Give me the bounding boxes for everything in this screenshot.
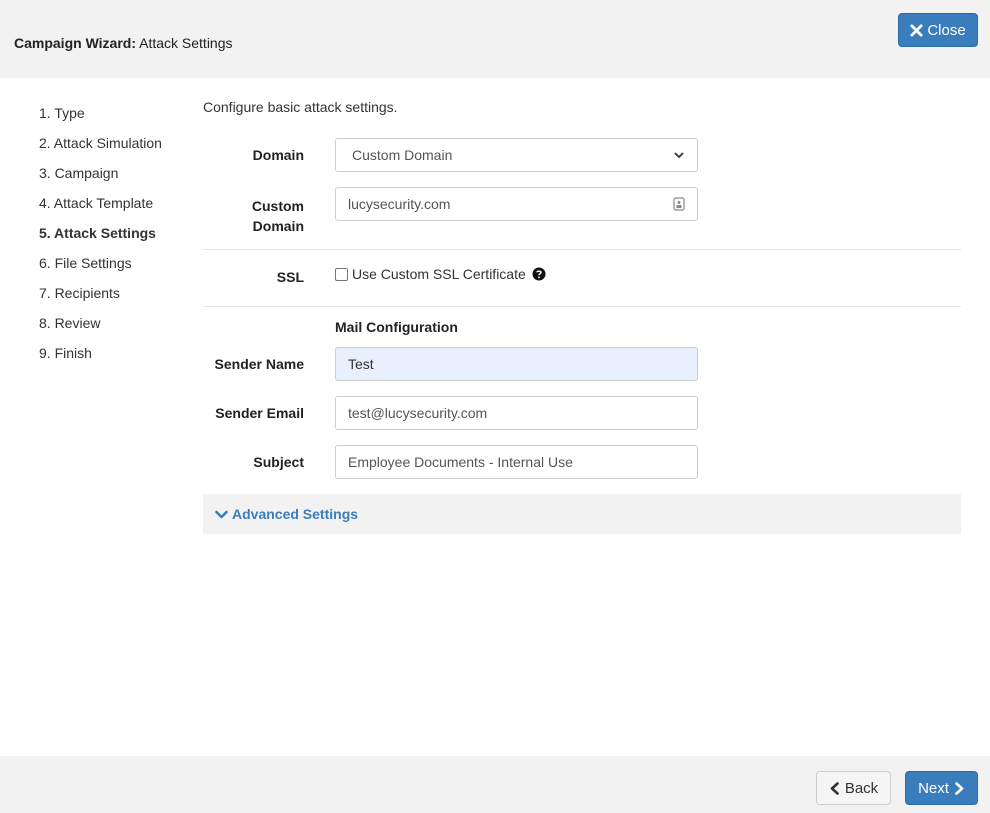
domain-select-value: Custom Domain bbox=[352, 147, 453, 163]
sender-email-label: Sender Email bbox=[215, 405, 304, 421]
ssl-checkbox-label[interactable]: Use Custom SSL Certificate bbox=[352, 266, 526, 282]
subject-label: Subject bbox=[253, 454, 304, 470]
advanced-settings-label: Advanced Settings bbox=[232, 506, 359, 522]
contact-card-icon bbox=[673, 197, 685, 211]
next-button-label: Next bbox=[918, 779, 949, 797]
form-intro: Configure basic attack settings. bbox=[203, 99, 398, 115]
custom-domain-label: Custom Domain bbox=[251, 198, 304, 234]
step-item: 4. Attack Template bbox=[39, 195, 154, 211]
step-item: 3. Campaign bbox=[39, 165, 119, 181]
step-item: 6. File Settings bbox=[39, 255, 132, 271]
step-item: 9. Finish bbox=[39, 345, 92, 361]
step-item-active: 5. Attack Settings bbox=[39, 225, 156, 241]
sender-email-input[interactable]: test@lucysecurity.com bbox=[335, 396, 698, 430]
custom-domain-input[interactable]: lucysecurity.com bbox=[335, 187, 698, 221]
sender-name-label: Sender Name bbox=[214, 356, 304, 372]
step-item: 2. Attack Simulation bbox=[39, 135, 162, 151]
subject-value: Employee Documents - Internal Use bbox=[348, 454, 573, 470]
divider bbox=[203, 306, 961, 307]
back-button[interactable]: Back bbox=[816, 771, 891, 805]
advanced-settings-panel: Advanced Settings bbox=[203, 494, 961, 534]
chevron-down-icon bbox=[674, 152, 684, 159]
sender-name-value: Test bbox=[348, 356, 374, 372]
divider bbox=[203, 249, 961, 250]
chevron-down-icon bbox=[215, 510, 228, 518]
close-button[interactable]: Close bbox=[898, 13, 978, 47]
chevron-left-icon bbox=[830, 781, 839, 795]
ssl-label: SSL bbox=[276, 269, 304, 285]
sender-name-input[interactable]: Test bbox=[335, 347, 698, 381]
question-circle-icon[interactable] bbox=[532, 267, 546, 281]
wizard-header: Campaign Wizard: Attack Settings Close bbox=[0, 0, 990, 78]
chevron-right-icon bbox=[955, 781, 964, 795]
close-button-label: Close bbox=[927, 21, 966, 39]
step-item: 8. Review bbox=[39, 315, 101, 331]
back-button-label: Back bbox=[844, 779, 879, 797]
wizard-footer: Back Next bbox=[0, 756, 990, 813]
sender-email-value: test@lucysecurity.com bbox=[348, 405, 488, 421]
step-item: 1. Type bbox=[39, 105, 85, 121]
domain-select[interactable]: Custom Domain bbox=[335, 138, 698, 172]
subject-input[interactable]: Employee Documents - Internal Use bbox=[335, 445, 698, 479]
ssl-checkbox[interactable] bbox=[335, 267, 348, 281]
domain-label: Domain bbox=[252, 147, 304, 163]
times-icon bbox=[910, 23, 923, 37]
advanced-settings-toggle[interactable]: Advanced Settings bbox=[215, 506, 358, 522]
ssl-option: Use Custom SSL Certificate bbox=[335, 266, 546, 282]
mail-config-title: Mail Configuration bbox=[335, 319, 458, 335]
page-title: Campaign Wizard: Attack Settings bbox=[14, 35, 233, 51]
next-button[interactable]: Next bbox=[905, 771, 978, 805]
custom-domain-value: lucysecurity.com bbox=[348, 196, 451, 212]
wizard-steps: 1. Type 2. Attack Simulation 3. Campaign… bbox=[39, 102, 162, 372]
step-item: 7. Recipients bbox=[39, 285, 120, 301]
